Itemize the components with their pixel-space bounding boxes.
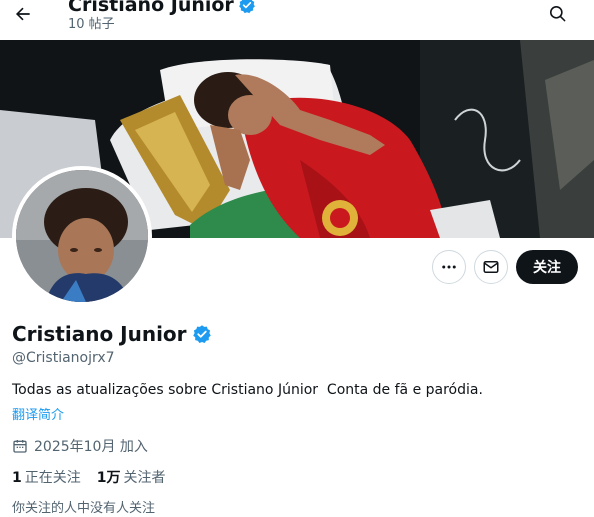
search-icon [549,5,565,21]
profile-handle: @Cristianojrx7 [12,350,115,366]
translate-bio-link[interactable]: 翻译简介 [12,404,64,423]
calendar-icon [13,440,27,453]
header-title-block: Cristiano Junior 10 帖子 [68,0,256,33]
profile-display-name-row: Cristiano Junior [12,322,212,346]
message-button[interactable] [474,250,508,284]
joined-date: 2025年10月 加入 [34,439,148,455]
more-button[interactable] [432,250,466,284]
profile-display-name: Cristiano Junior [12,322,187,346]
follow-button[interactable]: 关注 [516,250,578,284]
following-label: 正在关注 [24,470,81,486]
verified-badge-icon[interactable] [192,324,212,344]
following-link[interactable]: 1 正在关注 [12,467,81,487]
follow-stats: 1 正在关注 1万 关注者 [12,467,166,487]
verified-badge-icon [238,0,255,14]
followers-label: 关注者 [123,470,166,486]
followers-link[interactable]: 1万 关注者 [97,467,166,487]
arrow-left-icon [15,7,30,21]
profile-actions: 关注 [432,250,578,284]
header-post-count: 10 帖子 [68,17,115,32]
profile-avatar[interactable] [12,166,152,306]
search-button[interactable] [542,0,572,26]
following-count: 1 [12,470,22,486]
mutual-followers-note: 你关注的人中没有人关注 [12,501,156,516]
joined-date-row: 2025年10月 加入 [12,436,148,456]
avatar-photo [16,170,148,302]
back-button[interactable] [8,0,38,28]
more-icon [442,265,456,269]
followers-count: 1万 [96,470,121,486]
profile-bio: Todas as atualizações sobre Cristiano Jú… [12,382,483,398]
profile-header: Cristiano Junior 10 帖子 [0,0,594,40]
message-icon [483,261,499,273]
header-title: Cristiano Junior [68,0,234,16]
